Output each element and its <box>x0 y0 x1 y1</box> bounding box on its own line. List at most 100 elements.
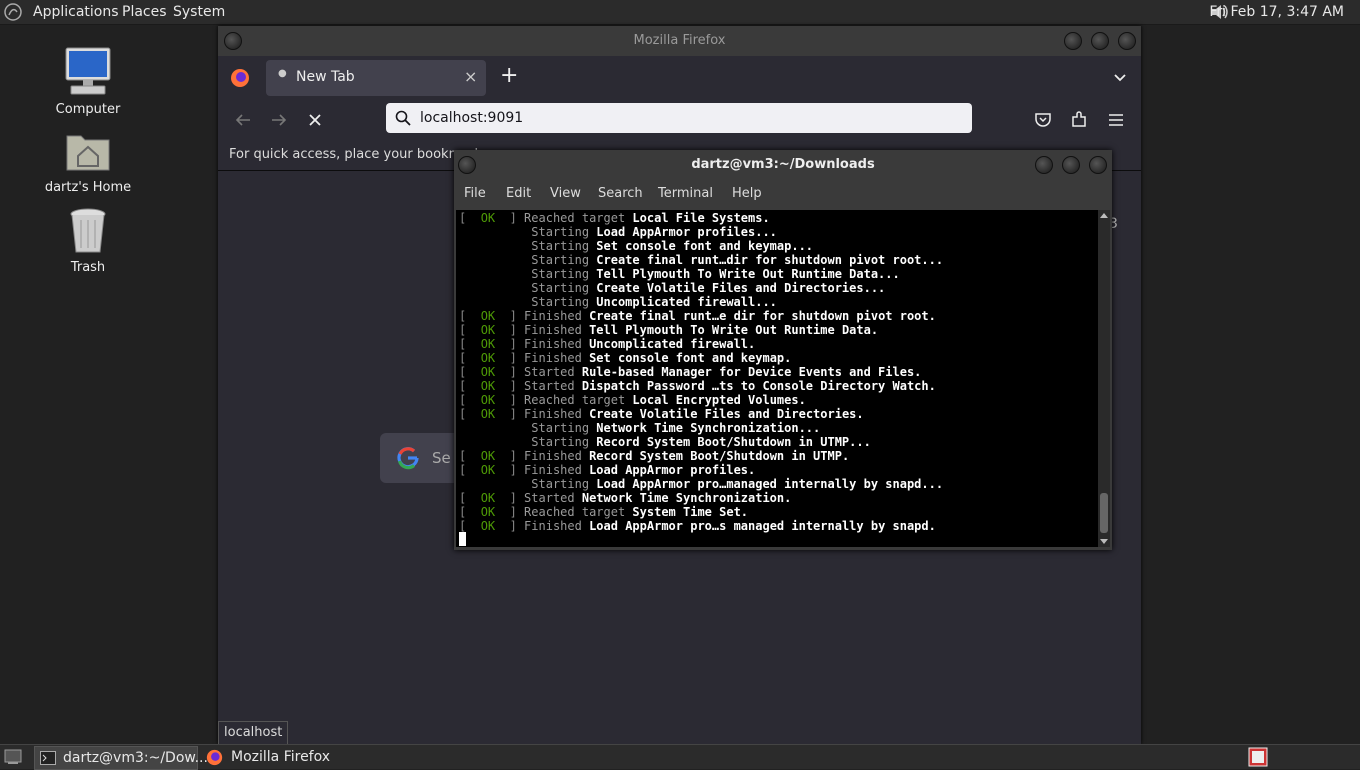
firefox-icon <box>206 749 223 766</box>
maximize-button[interactable] <box>1091 32 1109 50</box>
show-desktop-icon[interactable] <box>4 748 22 766</box>
terminal-line-status <box>459 253 531 267</box>
terminal-line-text: Create final runt…dir for shutdown pivot… <box>596 253 944 267</box>
minimize-button[interactable] <box>1064 32 1082 50</box>
window-menu-button[interactable] <box>458 156 476 174</box>
menu-help[interactable]: Help <box>732 186 762 201</box>
terminal-line: [ OK ] Finished Create Volatile Files an… <box>459 407 864 421</box>
firefox-menu-icon[interactable] <box>230 68 250 88</box>
tab-new-tab[interactable]: ● New Tab × <box>266 60 486 96</box>
taskbar-item-label: Mozilla Firefox <box>231 749 331 765</box>
terminal-line-text: Tell Plymouth To Write Out Runtime Data.… <box>596 267 900 281</box>
close-button[interactable] <box>1118 32 1136 50</box>
tab-bar: ● New Tab × + <box>218 56 1141 100</box>
top-panel: Applications Places System Fri Feb 17, 3… <box>0 0 1360 25</box>
desktop-icon-label: Trash <box>70 260 106 275</box>
gnome-foot-icon[interactable] <box>4 3 22 21</box>
terminal-line-text: Create Volatile Files and Directories... <box>596 281 886 295</box>
menu-file[interactable]: File <box>464 186 486 201</box>
terminal-line: [ OK ] Finished Set console font and key… <box>459 351 791 365</box>
trash-icon <box>70 208 106 253</box>
terminal-line-verb: Starting <box>531 421 597 435</box>
terminal-line: Starting Record System Boot/Shutdown in … <box>459 435 871 449</box>
terminal-line-text: Record System Boot/Shutdown in UTMP... <box>596 435 871 449</box>
tab-close-icon[interactable]: × <box>464 67 477 86</box>
menu-applications[interactable]: Applications <box>33 0 119 24</box>
terminal-line-status <box>459 435 531 449</box>
desktop-icon-label: Computer <box>55 102 121 117</box>
list-all-tabs-icon[interactable] <box>1112 70 1128 86</box>
terminal-line-text: Record System Boot/Shutdown in UTMP. <box>589 449 850 463</box>
terminal-line-status <box>459 295 531 309</box>
terminal-line-status: [ OK ] <box>459 379 525 393</box>
scroll-down-icon[interactable] <box>1100 537 1108 545</box>
terminal-line: Starting Create Volatile Files and Direc… <box>459 281 885 295</box>
terminal-line-status <box>459 477 531 491</box>
terminal-line-text: Load AppArmor profiles. <box>589 463 756 477</box>
menu-system[interactable]: System <box>173 0 225 24</box>
terminal-line: [ OK ] Finished Load AppArmor pro…s mana… <box>459 519 936 533</box>
terminal-line: Starting Load AppArmor profiles... <box>459 225 777 239</box>
terminal-window: dartz@vm3:~/Downloads File Edit View Sea… <box>454 150 1112 550</box>
terminal-line-verb: Starting <box>531 295 597 309</box>
desktop-icon-home[interactable]: dartz's Home <box>33 128 143 195</box>
menu-edit[interactable]: Edit <box>506 186 531 201</box>
firefox-titlebar[interactable]: Mozilla Firefox <box>218 26 1141 56</box>
bookmarks-hint: For quick access, place your bookmark <box>229 147 483 162</box>
new-tab-button[interactable]: + <box>500 63 518 88</box>
terminal-line: [ OK ] Started Rule-based Manager for De… <box>459 365 921 379</box>
scrollbar-thumb[interactable] <box>1100 493 1108 533</box>
terminal-line-verb: Reached target <box>524 211 633 225</box>
desktop-icon-trash[interactable]: Trash <box>33 206 143 275</box>
terminal-line-text: Set console font and keymap... <box>596 239 814 253</box>
tab-label: New Tab <box>296 69 355 85</box>
terminal-line-status: [ OK ] <box>459 393 525 407</box>
desktop-icon-computer[interactable]: Computer <box>33 46 143 117</box>
clock[interactable]: Fri Feb 17, 3:47 AM <box>1209 0 1344 24</box>
terminal-line-verb: Starting <box>531 225 597 239</box>
menu-view[interactable]: View <box>550 186 581 201</box>
menu-terminal[interactable]: Terminal <box>658 186 713 201</box>
maximize-button[interactable] <box>1062 156 1080 174</box>
taskbar-item-terminal[interactable]: dartz@vm3:~/Dow... <box>34 746 208 770</box>
desktop-icon-label: dartz's Home <box>44 180 132 195</box>
terminal-line: [ OK ] Finished Load AppArmor profiles. <box>459 463 755 477</box>
hamburger-menu-icon[interactable] <box>1107 111 1125 129</box>
terminal-line: [ OK ] Finished Uncomplicated firewall. <box>459 337 755 351</box>
menu-places[interactable]: Places <box>122 0 167 24</box>
close-button[interactable] <box>1089 156 1107 174</box>
bottom-panel: dartz@vm3:~/Dow... Mozilla Firefox <box>0 744 1360 770</box>
terminal-titlebar[interactable]: dartz@vm3:~/Downloads <box>454 150 1112 180</box>
forward-arrow-icon[interactable] <box>270 111 288 129</box>
minimize-button[interactable] <box>1035 156 1053 174</box>
terminal-output[interactable]: [ OK ] Reached target Local File Systems… <box>456 210 1098 547</box>
terminal-line-status <box>459 239 531 253</box>
terminal-line: [ OK ] Finished Tell Plymouth To Write O… <box>459 323 878 337</box>
url-bar[interactable]: localhost:9091 <box>386 103 972 133</box>
window-menu-button[interactable] <box>224 32 242 50</box>
scroll-up-icon[interactable] <box>1100 212 1108 220</box>
terminal-line: [ OK ] Started Network Time Synchronizat… <box>459 491 791 505</box>
terminal-line-verb: Reached target <box>524 505 633 519</box>
terminal-line-verb: Starting <box>531 267 597 281</box>
menu-search[interactable]: Search <box>598 186 643 201</box>
stop-loading-icon[interactable] <box>306 111 324 129</box>
extensions-icon[interactable] <box>1070 111 1088 129</box>
terminal-scrollbar[interactable] <box>1098 210 1110 547</box>
terminal-line-text: Tell Plymouth To Write Out Runtime Data. <box>589 323 879 337</box>
terminal-line-verb: Starting <box>531 281 597 295</box>
terminal-line-verb: Finished <box>524 351 590 365</box>
taskbar-item-label: dartz@vm3:~/Dow... <box>63 750 208 766</box>
terminal-line-text: Create final runt…e dir for shutdown piv… <box>589 309 936 323</box>
pocket-icon[interactable] <box>1034 111 1052 129</box>
workspace-switcher-icon[interactable] <box>1248 747 1268 767</box>
terminal-line-status: [ OK ] <box>459 519 525 533</box>
terminal-line-status: [ OK ] <box>459 505 525 519</box>
terminal-line: Starting Set console font and keymap... <box>459 239 813 253</box>
terminal-line-verb: Starting <box>531 239 597 253</box>
terminal-line-verb: Finished <box>524 449 590 463</box>
terminal-line-text: Create Volatile Files and Directories. <box>589 407 864 421</box>
back-arrow-icon[interactable] <box>234 111 252 129</box>
terminal-line: Starting Uncomplicated firewall... <box>459 295 777 309</box>
taskbar-item-firefox[interactable]: Mozilla Firefox <box>204 746 364 768</box>
